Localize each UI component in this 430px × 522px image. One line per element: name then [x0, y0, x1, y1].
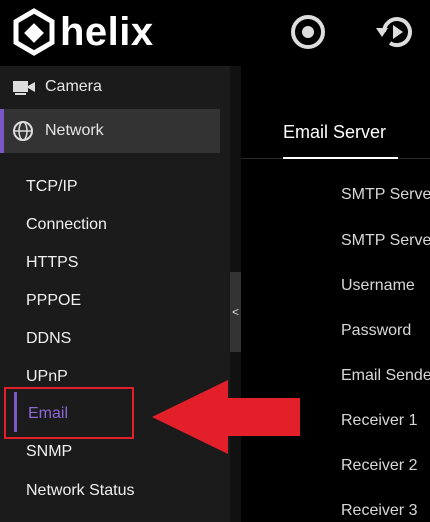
field-label-username: Username [341, 277, 415, 294]
collapse-sidebar-button[interactable]: < [230, 272, 241, 352]
submenu-item-tcpip[interactable]: TCP/IP [26, 178, 78, 196]
camera-icon [13, 81, 35, 95]
submenu-item-ddns[interactable]: DDNS [26, 330, 71, 348]
brand-name: helix [60, 9, 154, 54]
top-bar: helix [0, 0, 430, 66]
record-icon[interactable] [288, 10, 328, 54]
sidebar-item-network[interactable]: Network [0, 109, 220, 153]
playback-icon[interactable] [372, 10, 418, 54]
submenu-item-connection[interactable]: Connection [26, 216, 107, 234]
field-label-email-sender: Email Sende [341, 367, 430, 384]
annotation-highlight-box [4, 387, 134, 439]
logo: helix [12, 8, 154, 56]
tab-email-server[interactable]: Email Server [283, 122, 386, 143]
submenu-item-https[interactable]: HTTPS [26, 254, 78, 272]
sidebar-item-label: Network [45, 122, 104, 139]
sidebar-item-label: Camera [45, 78, 102, 95]
sidebar-item-camera[interactable]: Camera [0, 66, 220, 108]
submenu-item-upnp[interactable]: UPnP [26, 368, 68, 386]
field-label-smtp-server: SMTP Serve [341, 186, 430, 203]
tab-active-underline [283, 157, 398, 159]
field-label-receiver-2: Receiver 2 [341, 457, 418, 474]
submenu-item-pppoe[interactable]: PPPOE [26, 292, 81, 310]
active-indicator [0, 109, 4, 153]
field-label-receiver-3: Receiver 3 [341, 502, 418, 519]
field-label-password: Password [341, 322, 412, 339]
globe-icon [13, 121, 33, 141]
field-label-smtp-server-port: SMTP Serve [341, 232, 430, 249]
submenu-item-snmp[interactable]: SNMP [26, 443, 72, 461]
helix-logo-icon [13, 8, 55, 56]
field-label-receiver-1: Receiver 1 [341, 412, 418, 429]
annotation-arrow-icon [152, 380, 300, 454]
chevron-left-icon: < [231, 305, 239, 319]
submenu-item-network-status[interactable]: Network Status [26, 482, 134, 500]
